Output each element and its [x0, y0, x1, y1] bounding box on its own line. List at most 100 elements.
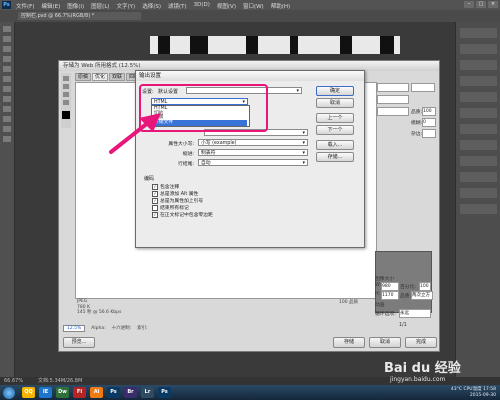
preview-button[interactable]: 预览... [63, 337, 95, 348]
tools-panel [0, 22, 15, 382]
windows-taskbar: QQ IE Dw Fl Ai Ps Br Lr Ps 43°C CPU温度 17:58 2015… [0, 385, 500, 400]
menu-item[interactable]: 窗口(W) [243, 2, 264, 10]
sfw-tools [61, 73, 71, 128]
compression-field[interactable] [377, 107, 409, 116]
photoshop-menubar: Ps 文件(F) 编辑(E) 图像(I) 图层(L) 文字(Y) 选择(S) 滤镜(T) 3D… [0, 0, 500, 10]
marquee-tool-icon[interactable] [3, 36, 11, 42]
matte-select[interactable] [422, 129, 436, 138]
eyedropper-icon[interactable] [63, 100, 69, 105]
loop-select[interactable]: 永远 [399, 309, 431, 318]
checkbox-box: ✓ [152, 211, 158, 218]
annotation-arrow-icon [109, 113, 161, 154]
quality-input[interactable]: 100 [422, 107, 436, 116]
zoom-select[interactable]: 12.5% [63, 324, 86, 332]
document-tab[interactable]: 控制栏.psd @ 66.7%(RGB/8) * [18, 12, 141, 20]
quality-info: 100 品质 [339, 300, 359, 305]
taskbar-app-icon[interactable]: Ps [107, 387, 120, 398]
menu-item[interactable]: 图层(L) [91, 2, 109, 10]
checkbox-box: ✓ [152, 183, 158, 190]
checkbox-include-comments[interactable]: ✓ 包含注释 [152, 183, 179, 190]
taskbar-app-icon[interactable]: Dw [56, 387, 69, 398]
brush-tool-icon[interactable] [3, 76, 11, 82]
minimize-icon[interactable]: – [464, 1, 474, 8]
start-button-icon[interactable] [3, 387, 15, 399]
clone-tool-icon[interactable] [3, 86, 11, 92]
indent-select[interactable]: 制表符 ▾ [198, 149, 308, 156]
close-icon[interactable]: × [488, 1, 498, 8]
menu-item[interactable]: 文字(Y) [117, 2, 136, 10]
optimized-info: JPEG 780 K 145 秒 @ 56.6 Kbps [77, 299, 122, 315]
photoshop-logo-icon: Ps [2, 1, 11, 9]
previous-button[interactable]: 上一个 [316, 113, 354, 123]
ok-button[interactable]: 确定 [316, 86, 354, 96]
attribute-case-select[interactable]: 小写 (example) ▾ [198, 139, 308, 146]
save-button[interactable]: 存储 [333, 337, 365, 348]
menu-item[interactable]: 文件(F) [16, 2, 34, 10]
zoom-readout: 66.67% [4, 378, 24, 384]
encoding-label: 编码 [144, 176, 155, 182]
lasso-tool-icon[interactable] [3, 46, 11, 52]
zoom-tool-icon[interactable] [63, 92, 69, 97]
canvas-image-strip [150, 36, 400, 54]
taskbar-app-icon[interactable]: IE [39, 387, 52, 398]
taskbar-app-icon[interactable]: Fl [73, 387, 86, 398]
width-input[interactable]: 980 [381, 282, 399, 291]
hand-tool-icon[interactable] [63, 76, 69, 81]
eyedropper-tool-icon[interactable] [3, 66, 11, 72]
blur-input[interactable]: 0 [422, 118, 436, 127]
cancel-button[interactable]: 取消 [369, 337, 401, 348]
done-button[interactable]: 完成 [405, 337, 437, 348]
taskbar-app-icon[interactable]: Br [124, 387, 137, 398]
menu-item[interactable]: 滤镜(T) [168, 2, 187, 10]
eraser-tool-icon[interactable] [3, 96, 11, 102]
height-input[interactable]: 1170 [381, 291, 399, 300]
menu-item[interactable]: 图像(I) [67, 2, 84, 10]
zoom-row: 12.5% Alpha: 十六进制: 索引: [63, 323, 437, 333]
checkbox-zero-margins[interactable]: ✓ 在正文标记中包含零边距 [152, 211, 213, 218]
optimize-settings-panel: 品质: 100 模糊: 0 杂边: [377, 81, 436, 246]
load-button[interactable]: 载入... [316, 140, 354, 150]
crop-tool-icon[interactable] [3, 56, 11, 62]
menu-item[interactable]: 选择(S) [142, 2, 161, 10]
line-endings-select[interactable]: 自动 ▾ [198, 159, 308, 166]
pen-tool-icon[interactable] [3, 116, 11, 122]
menu-item[interactable]: 编辑(E) [41, 2, 60, 10]
slice-select-icon[interactable] [63, 84, 69, 89]
output-settings-title: 输出设置 [136, 71, 364, 81]
maximize-icon[interactable]: □ [476, 1, 486, 8]
baidu-jingyan-watermark: Bai du 经验 jingyan.baidu.com [384, 361, 461, 383]
preset-menu[interactable] [411, 83, 435, 92]
checkbox-close-all-tags[interactable]: 结束所有标记 [152, 204, 189, 211]
menu-item[interactable]: 帮助(H) [271, 2, 290, 10]
taskbar-app-icon[interactable]: QQ [22, 387, 35, 398]
cancel-button[interactable]: 取消 [316, 98, 354, 108]
right-panels [455, 22, 500, 377]
taskbar-app-icon[interactable]: Ps [158, 387, 171, 398]
save-settings-button[interactable]: 存储... [316, 152, 354, 162]
checkbox-box: ✓ [152, 190, 158, 197]
checkbox-always-quote[interactable]: ✓ 总是为属性加上引号 [152, 197, 203, 204]
dialog-buttons: 预览... 存储 取消 完成 [63, 337, 437, 349]
move-tool-icon[interactable] [3, 26, 11, 32]
document-size-readout: 文档:5.34M/26.8M [38, 378, 83, 384]
checkbox-always-add-alt[interactable]: ✓ 总是添加 Alt 属性 [152, 190, 198, 197]
preset-field[interactable] [377, 83, 409, 92]
view-tab[interactable]: 优化 [92, 73, 109, 81]
next-button[interactable]: 下一个 [316, 125, 354, 135]
resample-select[interactable]: 两次立方 [411, 291, 433, 300]
menu-item[interactable]: 3D(D) [194, 2, 210, 10]
type-tool-icon[interactable] [3, 126, 11, 132]
view-tab[interactable]: 原稿 [75, 73, 92, 81]
view-tabs: 原稿优化双联四联 [75, 73, 143, 81]
gradient-tool-icon[interactable] [3, 106, 11, 112]
format-field[interactable] [377, 95, 409, 104]
percent-input[interactable]: 100 [419, 282, 431, 291]
checkbox-box [152, 204, 158, 211]
taskbar-app-icon[interactable]: Ai [90, 387, 103, 398]
eyedropper-color-swatch[interactable] [62, 111, 70, 119]
taskbar-app-icon[interactable]: Lr [141, 387, 154, 398]
menu-item[interactable]: 视图(V) [217, 2, 236, 10]
hand-tool-icon[interactable] [3, 136, 11, 142]
view-tab[interactable]: 双联 [109, 73, 126, 81]
window-controls: – □ × [464, 1, 498, 8]
